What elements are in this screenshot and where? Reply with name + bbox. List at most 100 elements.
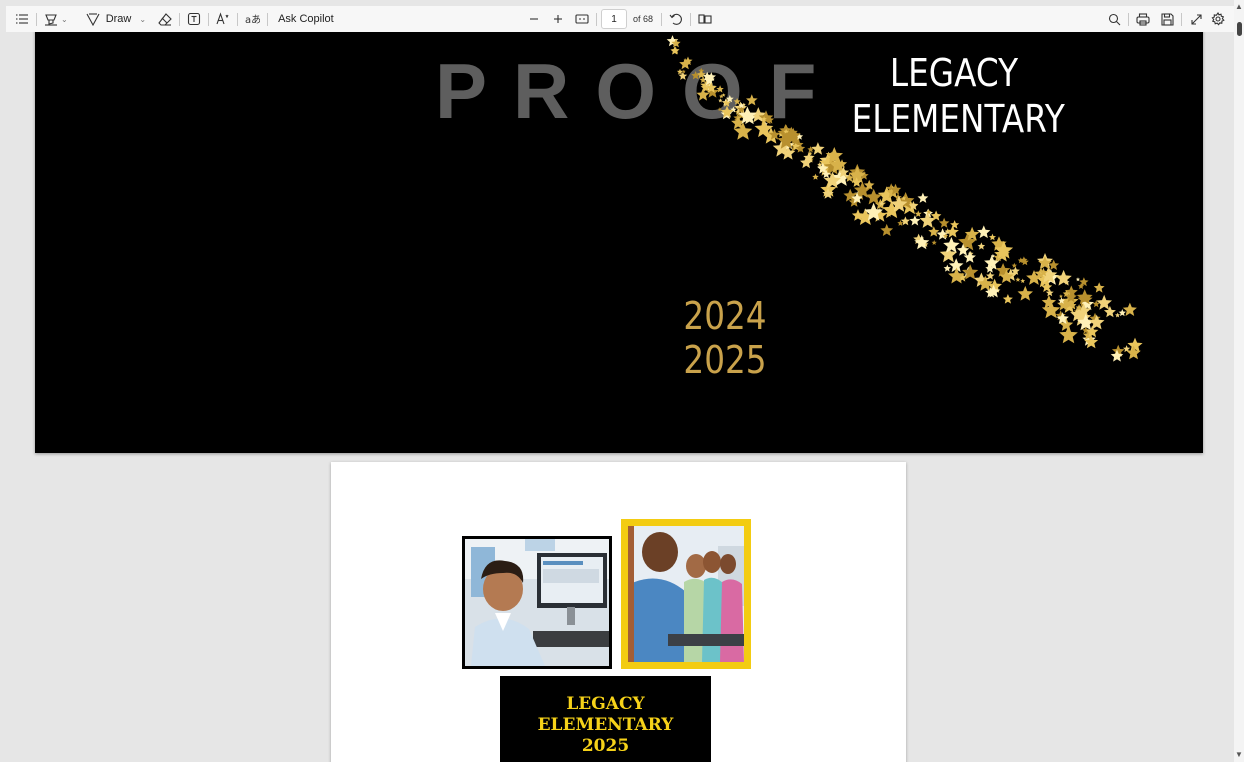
zoom-out-button[interactable] bbox=[524, 9, 544, 29]
legacy-label-box: LEGACY ELEMENTARY 2025 bbox=[500, 676, 711, 762]
gold-star bbox=[746, 94, 758, 106]
scroll-up-arrow-icon[interactable]: ▲ bbox=[1235, 2, 1243, 11]
gold-star bbox=[733, 98, 741, 105]
gold-star bbox=[718, 98, 723, 103]
vertical-scrollbar[interactable]: ▲ ▼ bbox=[1234, 0, 1244, 762]
gold-star bbox=[880, 223, 894, 236]
list-icon bbox=[16, 14, 28, 24]
translate-button[interactable]: aあ bbox=[242, 9, 263, 29]
plus-icon bbox=[554, 15, 562, 23]
gold-star bbox=[1122, 302, 1137, 316]
gold-star bbox=[1059, 294, 1063, 298]
two-page-icon bbox=[698, 14, 712, 24]
gold-star bbox=[950, 220, 960, 229]
gold-star bbox=[716, 85, 724, 93]
pdf-page-cover: PROOF LEGACY ELEMENTARY 2024 2025 bbox=[35, 32, 1203, 453]
read-aloud-icon bbox=[216, 12, 229, 25]
divider bbox=[237, 12, 239, 26]
scroll-thumb[interactable] bbox=[1237, 22, 1242, 36]
minus-icon bbox=[530, 18, 538, 20]
divider bbox=[1181, 12, 1182, 26]
school-years: 2024 2025 bbox=[665, 294, 785, 382]
highlighter-icon bbox=[45, 14, 57, 26]
gold-star bbox=[1020, 278, 1026, 283]
gold-star bbox=[914, 234, 930, 250]
school-title-line2: ELEMENTARY bbox=[851, 97, 1065, 141]
fit-page-icon bbox=[575, 14, 589, 24]
chevron-down-icon: ⌄ bbox=[61, 14, 68, 24]
photo-illustration bbox=[465, 539, 609, 666]
gold-star bbox=[1002, 294, 1013, 304]
gold-star bbox=[1055, 269, 1072, 286]
svg-text:aあ: aあ bbox=[245, 14, 260, 26]
page-number-input[interactable] bbox=[601, 9, 627, 29]
divider bbox=[596, 12, 597, 26]
scroll-down-arrow-icon[interactable]: ▼ bbox=[1235, 750, 1243, 759]
zoom-in-button[interactable] bbox=[548, 9, 568, 29]
gold-star bbox=[1015, 277, 1021, 282]
label-line3: 2025 bbox=[581, 736, 630, 756]
toolbar-center-group: of 68 bbox=[524, 9, 715, 29]
gold-star bbox=[696, 70, 706, 79]
save-icon bbox=[1160, 12, 1174, 26]
ask-copilot-button[interactable]: Ask Copilot bbox=[272, 9, 340, 29]
expand-icon bbox=[1190, 13, 1202, 25]
page-total: of 68 bbox=[633, 14, 654, 24]
school-title-line1: LEGACY bbox=[889, 51, 1019, 95]
save-button[interactable] bbox=[1157, 9, 1177, 29]
print-icon bbox=[1136, 12, 1150, 26]
settings-button[interactable] bbox=[1208, 9, 1228, 29]
photo-illustration bbox=[628, 526, 744, 662]
gold-star bbox=[917, 192, 929, 203]
gold-star bbox=[948, 267, 965, 284]
contents-button[interactable] bbox=[12, 9, 32, 29]
gold-star bbox=[914, 210, 922, 217]
draw-icon bbox=[86, 13, 100, 26]
toolbar-right-group bbox=[1104, 9, 1228, 29]
eraser-icon bbox=[158, 13, 172, 26]
text-box-icon bbox=[188, 12, 201, 26]
divider bbox=[267, 12, 269, 26]
translate-icon: aあ bbox=[245, 14, 260, 26]
search-button[interactable] bbox=[1104, 9, 1124, 29]
divider bbox=[661, 12, 663, 26]
gear-icon bbox=[1211, 12, 1225, 26]
gold-star bbox=[977, 242, 986, 250]
fullscreen-button[interactable] bbox=[1186, 9, 1206, 29]
divider bbox=[36, 12, 37, 26]
highlight-button[interactable]: ⌄ bbox=[41, 9, 71, 29]
toolbar-left-group: ⌄ Draw ⌄ aあ Ask Copilot bbox=[12, 9, 340, 29]
gold-star bbox=[988, 233, 996, 241]
text-box-button[interactable] bbox=[184, 9, 204, 29]
gold-star bbox=[1093, 282, 1105, 293]
eraser-button[interactable] bbox=[155, 9, 175, 29]
gold-star bbox=[931, 240, 937, 245]
pdf-page-2: LEGACY ELEMENTARY 2025 bbox=[331, 462, 906, 762]
page-view-button[interactable] bbox=[695, 9, 715, 29]
read-aloud-button[interactable] bbox=[213, 9, 233, 29]
print-button[interactable] bbox=[1133, 9, 1153, 29]
label-line1: LEGACY bbox=[566, 694, 645, 714]
gold-star bbox=[1011, 262, 1017, 268]
pdf-toolbar: ⌄ Draw ⌄ aあ Ask Copilot 1 of 68 bbox=[6, 6, 1234, 32]
divider bbox=[690, 12, 692, 26]
fit-page-button[interactable] bbox=[572, 9, 592, 29]
divider bbox=[179, 12, 181, 26]
students-group-photo bbox=[621, 519, 751, 669]
document-viewer[interactable]: PROOF LEGACY ELEMENTARY 2024 2025 LEGACY… bbox=[6, 32, 1234, 762]
gold-star bbox=[938, 217, 950, 228]
label-line2: ELEMENTARY bbox=[537, 715, 674, 735]
school-title: LEGACY ELEMENTARY bbox=[852, 50, 1065, 142]
gold-star bbox=[977, 225, 991, 239]
rotate-button[interactable] bbox=[666, 9, 686, 29]
search-icon bbox=[1108, 13, 1120, 25]
draw-button[interactable]: Draw ⌄ bbox=[83, 9, 149, 29]
gold-star bbox=[909, 215, 921, 226]
gold-star bbox=[928, 226, 940, 237]
gold-star bbox=[943, 264, 951, 272]
chevron-down-icon: ⌄ bbox=[139, 14, 147, 24]
gold-star bbox=[1017, 285, 1033, 301]
gold-star bbox=[936, 228, 949, 240]
draw-label: Draw bbox=[105, 13, 132, 25]
divider bbox=[208, 12, 210, 26]
